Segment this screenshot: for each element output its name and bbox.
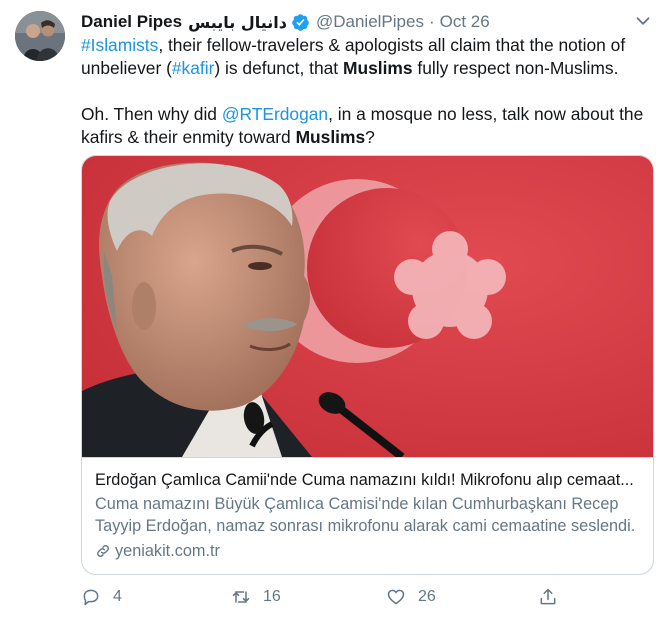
link-card[interactable]: Erdoğan Çamlıca Camii'nde Cuma namazını … <box>81 155 654 575</box>
tweet-date[interactable]: Oct 26 <box>440 12 490 32</box>
verified-badge-icon <box>292 13 309 31</box>
card-image[interactable] <box>82 156 653 457</box>
chevron-down-icon[interactable] <box>632 10 654 32</box>
card-domain-text: yeniakit.com.tr <box>115 542 220 560</box>
like-count: 26 <box>418 588 436 605</box>
author-handle[interactable]: @DanielPipes <box>316 12 424 32</box>
text-segment: fully respect non-Muslims. <box>412 58 619 78</box>
tweet-actions: 4 16 26 <box>81 585 581 609</box>
tweet-text: #Islamists, their fellow-travelers & apo… <box>81 34 651 149</box>
bold-keyword: Muslims <box>295 127 366 147</box>
reply-count: 4 <box>113 588 122 605</box>
author-name-arabic[interactable]: دانيال بايبس <box>188 13 287 32</box>
share-button[interactable] <box>538 585 558 609</box>
like-button[interactable]: 26 <box>386 585 436 609</box>
card-title[interactable]: Erdoğan Çamlıca Camii'nde Cuma namazını … <box>95 469 643 491</box>
tweet-paragraph: #Islamists, their fellow-travelers & apo… <box>81 34 651 80</box>
card-description: Cuma namazını Büyük Çamlıca Camisi'nde k… <box>95 495 636 535</box>
tweet[interactable]: Daniel Pipes دانيال بايبس @DanielPipes ·… <box>0 0 672 619</box>
header-separator: · <box>428 12 435 31</box>
text-segment: Oh. Then why did <box>81 104 222 124</box>
retweet-icon <box>232 591 250 603</box>
tweet-paragraph: Oh. Then why did @RTErdogan, in a mosque… <box>81 103 651 149</box>
card-divider <box>82 457 653 458</box>
share-icon <box>540 588 556 605</box>
link-icon <box>97 545 109 557</box>
reply-icon <box>83 589 99 606</box>
mention-rterdogan[interactable]: @RTErdogan <box>222 104 328 124</box>
retweet-count: 16 <box>263 588 281 605</box>
bold-keyword: Muslims <box>342 58 413 78</box>
retweet-button[interactable]: 16 <box>231 585 281 609</box>
reply-button[interactable]: 4 <box>81 585 122 609</box>
text-segment: ? <box>365 127 375 147</box>
tweet-header: Daniel Pipes دانيال بايبس @DanielPipes ·… <box>81 11 632 33</box>
card-domain: yeniakit.com.tr <box>95 540 220 562</box>
like-icon <box>387 589 405 605</box>
hashtag-islamists[interactable]: #Islamists <box>81 35 158 55</box>
avatar[interactable] <box>15 11 65 61</box>
text-segment: ) is defunct, that <box>214 58 343 78</box>
hashtag-kafir[interactable]: #kafir <box>172 58 215 78</box>
author-name[interactable]: Daniel Pipes <box>81 12 182 32</box>
